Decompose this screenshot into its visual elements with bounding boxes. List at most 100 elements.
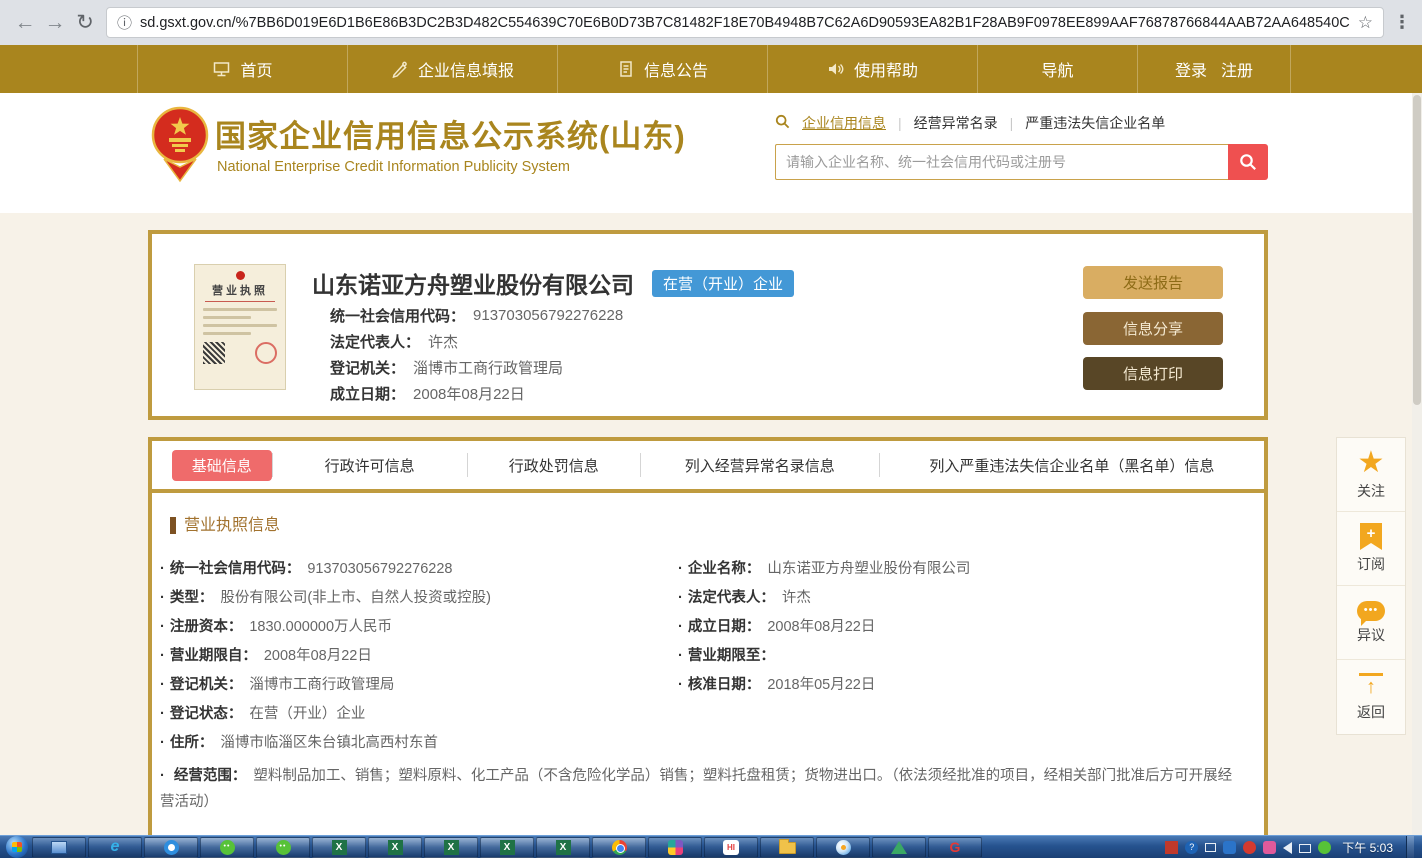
start-button[interactable] [6,836,28,858]
wechat-icon: •• [276,840,291,855]
field-credit-code: 统一社会信用代码：913703056792276228 [160,557,678,578]
site-subtitle: National Enterprise Credit Information P… [217,159,570,175]
nav-item-navigate[interactable]: 导航 [977,45,1137,93]
tab-admin-penalty[interactable]: 行政处罚信息 [467,453,640,477]
taskbar-baidu-hi[interactable]: HI [704,837,758,858]
taskbar-meeting-app[interactable] [872,837,926,858]
taskbar-desktop-window[interactable] [32,837,86,858]
tab-blacklist[interactable]: 列入严重违法失信企业名单（黑名单）信息 [879,453,1264,477]
link-abnormal-list[interactable]: 经营异常名录 [914,113,998,133]
site-title: 国家企业信用信息公示系统(山东) [215,111,686,156]
taskbar-excel-2[interactable]: X [368,837,422,858]
address-bar[interactable]: ⓘ sd.gsxt.gov.cn/%7BB6D019E6D1B6E86B3DC2… [106,7,1384,38]
license-qr-code [203,342,225,364]
company-summary-fields: 统一社会信用代码： 913703056792276228 法定代表人： 许杰 登… [330,302,623,406]
windows-taskbar: e •• •• X X X X X HI G ? 下午 5:03 [0,835,1422,858]
wechat-tray-icon[interactable] [1318,841,1331,854]
main-navigation: 首页 企业信息填报 信息公告 使用帮助 导航 登录 注册 [0,45,1422,93]
taskbar-antivirus[interactable] [816,837,870,858]
license-text-line [203,316,251,319]
link-illegal-list[interactable]: 严重违法失信企业名单 [1025,113,1165,133]
monitor-icon [212,60,231,78]
bookmark-star-icon[interactable]: ☆ [1358,13,1373,33]
taskbar-excel-4[interactable]: X [480,837,534,858]
user-app-icon[interactable] [1223,841,1236,854]
screen: ← → ↻ ⓘ sd.gsxt.gov.cn/%7BB6D019E6D1B6E8… [0,0,1422,858]
field-credit-code: 统一社会信用代码： 913703056792276228 [330,302,623,328]
taskbar-internet-explorer[interactable]: e [88,837,142,858]
tab-admin-license[interactable]: 行政许可信息 [272,453,467,477]
comment-icon: ••• [1357,601,1385,621]
gom-tray-icon[interactable] [1243,841,1256,854]
tab-basic-info[interactable]: 基础信息 [172,450,272,481]
link-separator: | [898,115,902,131]
taskbar-wechat-1[interactable]: •• [200,837,254,858]
field-term-from: 营业期限自：2008年08月22日 [160,644,678,665]
show-desktop-button[interactable] [1406,836,1414,858]
license-text-line [203,324,277,327]
nav-item-fill[interactable]: 企业信息填报 [347,45,557,93]
bookmark-plus-icon: + [1360,523,1382,550]
stock-app-icon[interactable] [1165,841,1178,854]
license-title: 营业执照 [203,282,277,298]
share-info-button[interactable]: 信息分享 [1083,312,1223,345]
magnifier-icon [775,114,790,132]
search-input[interactable] [775,144,1228,180]
back-icon[interactable]: ← [10,11,40,35]
nav-item-home[interactable]: 首页 [137,45,347,93]
login-link[interactable]: 登录 [1175,57,1207,81]
restore-window-icon[interactable] [1205,843,1216,852]
taskbar-chrome[interactable] [592,837,646,858]
field-approval-date: 核准日期：2018年05月22日 [678,673,1254,694]
taskbar-wechat-2[interactable]: •• [256,837,310,858]
taskbar-misc-app[interactable] [648,837,702,858]
page-scrollbar[interactable] [1412,93,1422,835]
network-icon[interactable] [1299,844,1311,853]
nav-label-fill: 企业信息填报 [418,57,514,81]
license-rule [205,301,275,302]
objection-button[interactable]: ••• 异议 [1337,586,1405,660]
search-button[interactable] [1228,144,1268,180]
reload-icon[interactable]: ↻ [70,10,100,35]
nav-item-auth: 登录 注册 [1137,45,1290,93]
wechat-icon: •• [220,840,235,855]
license-emblem-icon [236,271,245,280]
system-tray: ? 下午 5:03 [1165,836,1422,858]
nav-item-help[interactable]: 使用帮助 [767,45,977,93]
back-to-top-button[interactable]: ↑ 返回 [1337,660,1405,734]
taskbar-excel-1[interactable]: X [312,837,366,858]
taskbar-folder[interactable] [760,837,814,858]
field-registry-authority: 登记机关：淄博市工商行政管理局 [160,673,678,694]
back-to-top-icon: ↑ [1359,673,1383,698]
register-link[interactable]: 注册 [1221,57,1253,81]
follow-button[interactable]: ★ 关注 [1337,438,1405,512]
tab-abnormal-list[interactable]: 列入经营异常名录信息 [640,453,879,477]
subscribe-button[interactable]: + 订阅 [1337,512,1405,586]
taskbar-excel-5[interactable]: X [536,837,590,858]
link-enterprise-credit[interactable]: 企业信用信息 [802,113,886,133]
excel-icon: X [500,840,515,855]
company-action-buttons: 发送报告 信息分享 信息打印 [1083,266,1223,390]
field-company-name: 企业名称：山东诺亚方舟塑业股份有限公司 [678,557,1254,578]
taskbar-browser-360[interactable] [144,837,198,858]
taskbar-gom-player[interactable]: G [928,837,982,858]
help-app-icon[interactable]: ? [1185,841,1198,854]
internet-explorer-icon: e [111,838,120,856]
nav-item-announcement[interactable]: 信息公告 [557,45,767,93]
taskbar-excel-3[interactable]: X [424,837,478,858]
forward-icon[interactable]: → [40,11,70,35]
meeting-app-icon [891,841,907,854]
taskbar-clock[interactable]: 下午 5:03 [1342,839,1393,856]
folder-icon [779,842,796,854]
remote-app-icon[interactable] [1263,841,1276,854]
browser-toolbar: ← → ↻ ⓘ sd.gsxt.gov.cn/%7BB6D019E6D1B6E8… [0,0,1422,45]
scrollbar-thumb[interactable] [1413,95,1421,405]
page-info-icon[interactable]: ⓘ [117,12,132,33]
search-category-links: 企业信用信息 | 经营异常名录 | 严重违法失信企业名单 [775,113,1268,133]
volume-icon[interactable] [1283,842,1292,854]
print-info-button[interactable]: 信息打印 [1083,357,1223,390]
url-text[interactable]: sd.gsxt.gov.cn/%7BB6D019E6D1B6E86B3DC2B3… [140,15,1350,31]
browser-menu-icon[interactable]: ⋮ [1392,12,1412,33]
nav-label-help: 使用帮助 [854,57,918,81]
send-report-button[interactable]: 发送报告 [1083,266,1223,299]
